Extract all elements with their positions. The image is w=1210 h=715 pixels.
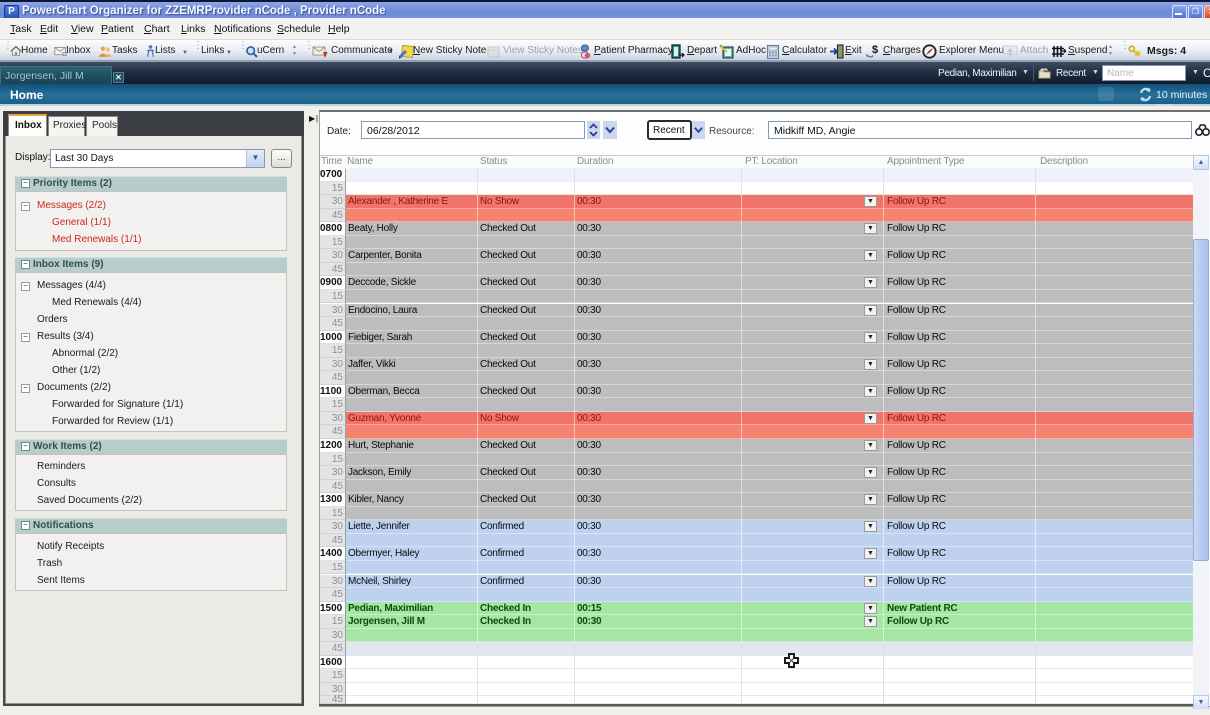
svg-text:$: $ (872, 44, 878, 56)
